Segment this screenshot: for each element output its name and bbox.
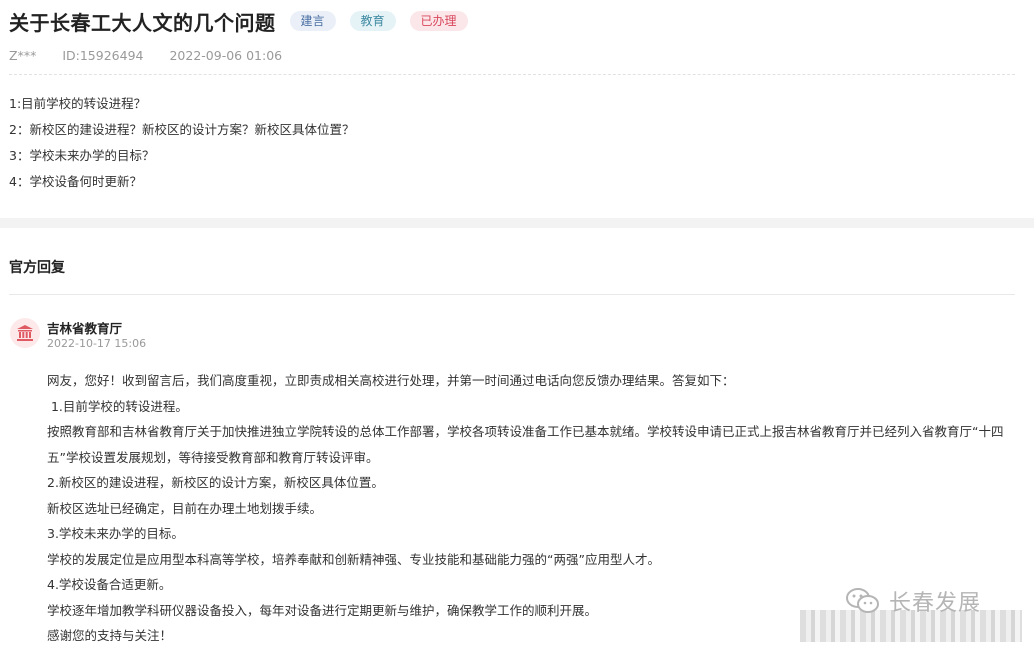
reply-paragraph: 按照教育部和吉林省教育厅关于加快推进独立学院转设的总体工作部署，学校各项转设准备…: [47, 424, 1004, 465]
reply-paragraph: 2.新校区的建设进程，新校区的设计方案，新校区具体位置。: [47, 475, 384, 490]
post-meta: Z*** ID:15926494 2022-09-06 01:06: [9, 48, 308, 63]
list-item: 4：学校设备何时更新？: [9, 174, 142, 189]
question-panel: 关于长春工大人文的几个问题 建言 教育 已办理 Z*** ID:15926494…: [0, 0, 1034, 218]
list-item: 3：学校未来办学的目标？: [9, 148, 155, 163]
watermark-text: 长春发展: [889, 591, 982, 616]
post-user: Z***: [9, 48, 37, 63]
reply-paragraph: 新校区选址已经确定，目前在办理土地划拨手续。: [47, 500, 323, 516]
reply-date: 2022-10-17 15:06: [47, 337, 147, 350]
divider: [9, 74, 1015, 75]
question-list: 1:目前学校的转设进程？ 2：新校区的建设进程？新校区的设计方案？新校区具体位置…: [9, 96, 354, 200]
post-id: ID:15926494: [62, 48, 144, 63]
tag-suggestion[interactable]: 建言: [289, 11, 336, 31]
section-separator: [0, 218, 1034, 228]
page-title: 关于长春工大人文的几个问题: [9, 10, 276, 35]
watermark: 长春发展: [845, 585, 981, 617]
tag-education[interactable]: 教育: [349, 11, 396, 31]
list-item: 1:目前学校的转设进程？: [9, 96, 147, 111]
reply-paragraph: 3.学校未来办学的目标。: [47, 526, 184, 541]
reply-paragraph: 学校的发展定位是应用型本科高等学校，培养奉献和创新精神强、专业技能和基础能力强的…: [47, 551, 660, 567]
status-badge: 已办理: [409, 11, 468, 31]
divider: [9, 294, 1015, 295]
title-row: 关于长春工大人文的几个问题 建言 教育 已办理: [9, 6, 468, 36]
post-datetime: 2022-09-06 01:06: [169, 48, 283, 63]
wechat-icon: [846, 588, 879, 613]
reply-heading: 官方回复: [9, 260, 65, 276]
list-item: 2：新校区的建设进程？新校区的设计方案？新校区具体位置？: [9, 122, 355, 137]
reply-paragraph: 1.目前学校的转设进程。: [47, 398, 188, 414]
reply-org: 吉林省教育厅: [47, 321, 123, 336]
reply-paragraph: 网友，您好！收到留言后，我们高度重视，立即责成相关高校进行处理，并第一时间通过电…: [47, 373, 735, 388]
avatar: [10, 318, 40, 348]
government-building-icon: [17, 325, 33, 341]
